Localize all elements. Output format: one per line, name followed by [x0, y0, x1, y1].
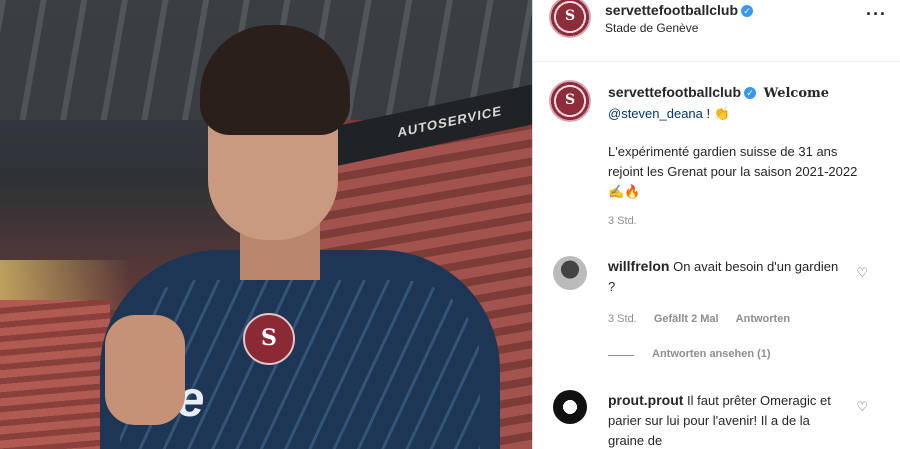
- caption-username[interactable]: servettefootballclub: [608, 84, 741, 100]
- heart-icon[interactable]: ♡: [856, 265, 868, 281]
- club-avatar[interactable]: S: [549, 0, 591, 38]
- comment-text-block: prout.prout Il faut prêter Omeragic et p…: [608, 390, 848, 449]
- post-photo[interactable]: AUTOSERVICE S fe: [0, 0, 532, 449]
- verified-badge-icon: ✓: [744, 87, 757, 99]
- player-figure: S fe: [60, 10, 500, 449]
- comment-avatar[interactable]: [553, 390, 587, 424]
- post-header: S servettefootballclub ✓ Stade de Genève …: [533, 0, 900, 62]
- caption: servettefootballclub ✓ Welcome @steven_de…: [608, 82, 888, 124]
- player-hair: [200, 25, 350, 135]
- caption-after-mention: ! 👏: [702, 106, 730, 121]
- more-options-icon[interactable]: ···: [866, 4, 887, 25]
- header-username[interactable]: servettefootballclub: [605, 2, 738, 18]
- header-username-row: servettefootballclub ✓: [605, 2, 754, 20]
- caption-time[interactable]: 3 Std.: [608, 215, 637, 227]
- comment-username[interactable]: prout.prout: [608, 392, 683, 408]
- heart-icon[interactable]: ♡: [856, 399, 868, 415]
- post-side-panel: S servettefootballclub ✓ Stade de Genève …: [532, 0, 900, 449]
- view-replies-button[interactable]: Antworten ansehen (1): [652, 348, 771, 360]
- caption-avatar-letter: S: [564, 92, 576, 108]
- comment-time[interactable]: 3 Std.: [608, 313, 637, 325]
- player-hand: [105, 315, 185, 425]
- comment-avatar[interactable]: [553, 256, 587, 290]
- avatar-letter: S: [564, 8, 576, 24]
- verified-badge-icon: ✓: [741, 5, 754, 17]
- comment-meta-row: 3 Std. Gefällt 2 Mal Antworten: [608, 313, 790, 325]
- club-crest-logo: S: [243, 313, 295, 365]
- comment-username[interactable]: willfrelon: [608, 258, 669, 274]
- caption-body: L'expérimenté gardien suisse de 31 ans r…: [608, 144, 858, 199]
- location-link[interactable]: Stade de Genève: [605, 21, 698, 35]
- crest-letter: S: [261, 325, 277, 351]
- caption-avatar[interactable]: S: [549, 80, 591, 122]
- mention-link[interactable]: @steven_deana: [608, 106, 703, 121]
- replies-divider: [608, 355, 634, 356]
- caption-welcome: Welcome: [763, 86, 830, 101]
- reply-button[interactable]: Antworten: [736, 313, 790, 325]
- comment-likes[interactable]: Gefällt 2 Mal: [654, 313, 719, 325]
- comment-text-block: willfrelon On avait besoin d'un gardien …: [608, 256, 848, 297]
